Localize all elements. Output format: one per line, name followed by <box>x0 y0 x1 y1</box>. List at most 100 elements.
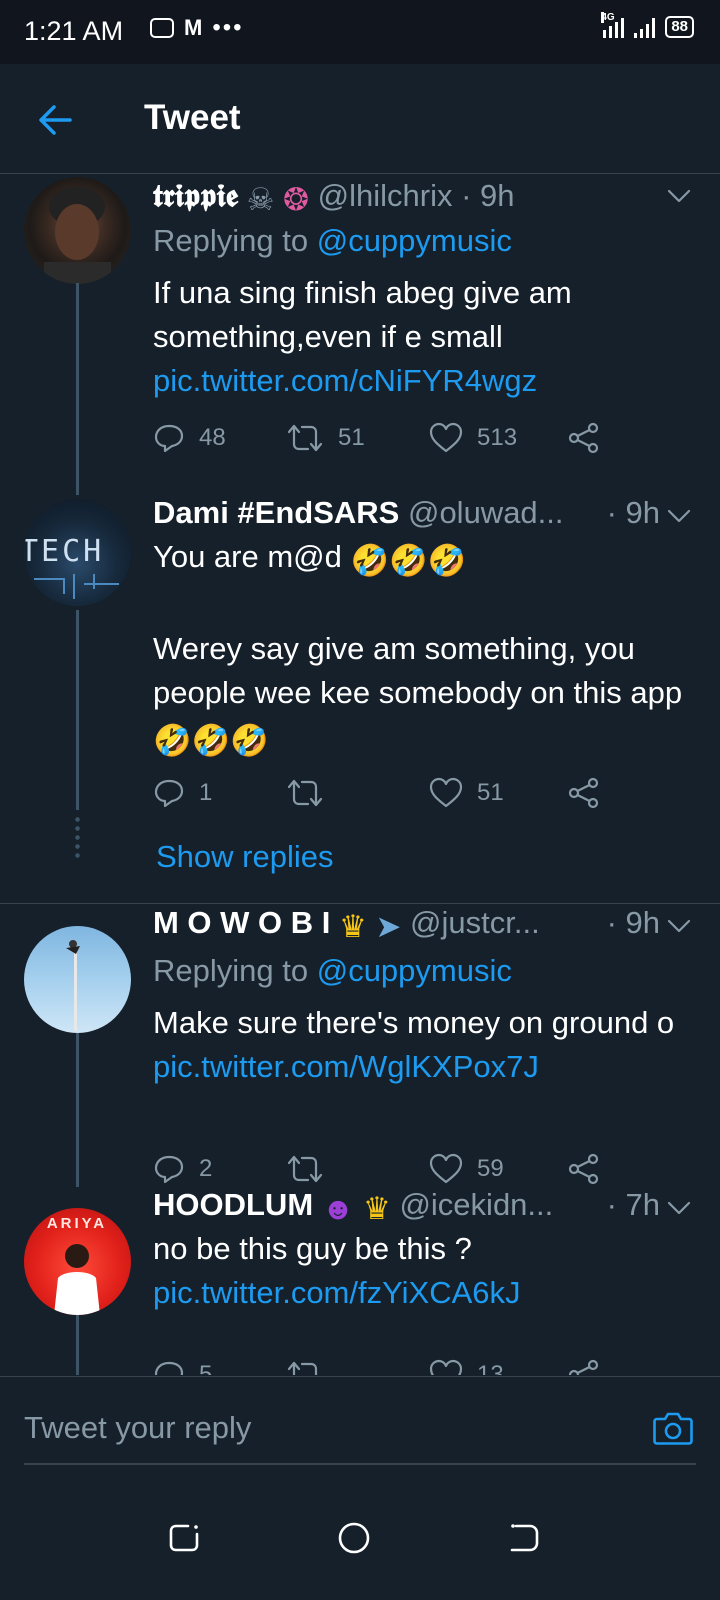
tweet-text: Make sure there's money on ground o pic.… <box>153 1001 684 1089</box>
thread-dots <box>75 815 80 861</box>
author-handle[interactable]: @justcr... <box>410 905 540 940</box>
heart-icon <box>429 1359 463 1375</box>
share-button[interactable] <box>567 1357 601 1375</box>
author-handle[interactable]: @oluwad... <box>408 495 564 530</box>
like-button[interactable]: 59 <box>429 1151 504 1187</box>
tweet-item[interactable]: 𝖙𝖗𝖎𝖕𝖕𝖎𝖊 ☠ ❂ @lhilchrix · 9h Replying to … <box>0 175 720 495</box>
retweet-icon <box>287 1361 318 1375</box>
media-link[interactable]: pic.twitter.com/cNiFYR4wgz <box>153 363 537 398</box>
author-name[interactable]: 𝖙𝖗𝖎𝖕𝖕𝖎𝖊 <box>153 178 238 213</box>
signal-4g-icon: 4G <box>601 12 625 38</box>
battery-icon: 88 <box>665 16 694 38</box>
crown-emoji: ♛ <box>363 1191 391 1226</box>
share-icon <box>568 777 599 809</box>
chevron-down-icon[interactable] <box>666 913 692 939</box>
thread-line <box>76 1033 79 1187</box>
thread-line <box>76 610 79 810</box>
back-nav-icon[interactable] <box>506 1520 542 1556</box>
tweet-body: no be this guy be this ? <box>153 1231 472 1266</box>
like-count: 13 <box>477 1361 504 1375</box>
tweet-time: 9h <box>625 905 660 940</box>
like-button[interactable]: 513 <box>429 420 517 456</box>
reply-button[interactable]: 5 <box>153 1357 212 1375</box>
reply-icon <box>154 779 184 808</box>
like-button[interactable]: 13 <box>429 1357 504 1375</box>
reply-button[interactable]: 1 <box>153 775 212 811</box>
like-button[interactable]: 51 <box>429 775 504 811</box>
arrow-left-icon[interactable] <box>36 100 76 140</box>
skull-crossbones-emoji: ☠ <box>246 182 275 217</box>
tweet-time: 9h <box>480 178 515 213</box>
replies-feed[interactable]: 𝖙𝖗𝖎𝖕𝖕𝖎𝖊 ☠ ❂ @lhilchrix · 9h Replying to … <box>0 175 720 1375</box>
avatar[interactable] <box>24 926 131 1033</box>
avatar[interactable]: TECH <box>24 499 131 606</box>
author-handle[interactable]: @icekidn... <box>399 1187 553 1222</box>
rofl-emoji: 🤣🤣🤣 <box>350 543 467 578</box>
tweet-body-line-2: Werey say give am something, you people … <box>153 631 683 710</box>
tweet-item[interactable]: M O W O B I ♛ ➤ @justcr... · 9h Replying… <box>0 905 720 1187</box>
author-name[interactable]: HOODLUM <box>153 1187 313 1222</box>
smiling-devil-emoji: ☻ <box>321 1191 355 1226</box>
reply-button[interactable]: 2 <box>153 1151 212 1187</box>
reply-count: 1 <box>199 779 213 806</box>
chevron-down-icon[interactable] <box>666 183 692 209</box>
share-icon <box>568 422 599 454</box>
retweet-icon <box>287 1155 323 1183</box>
signal-icon <box>634 16 656 38</box>
tweet-body-line-1: You are m@d <box>153 539 342 574</box>
mention-link[interactable]: @cuppymusic <box>317 953 512 988</box>
input-underline <box>24 1463 696 1465</box>
system-icons: 4G 88 <box>601 12 694 38</box>
heart-icon <box>429 422 463 453</box>
replying-prefix: Replying to <box>153 223 309 258</box>
tweet-header: HOODLUM ☻ ♛ @icekidn... · 7h <box>153 1187 660 1227</box>
shark-emoji: ➤ <box>375 909 402 944</box>
divider <box>0 903 720 904</box>
author-name[interactable]: M O W O B I <box>153 905 330 940</box>
separator: · <box>606 495 617 530</box>
retweet-button[interactable]: 51 <box>286 420 365 456</box>
replying-prefix: Replying to <box>153 953 309 988</box>
svg-text:TECH: TECH <box>24 534 104 569</box>
retweet-button[interactable] <box>286 775 338 811</box>
show-replies-link[interactable]: Show replies <box>156 839 333 875</box>
camera-icon[interactable] <box>652 1407 694 1449</box>
recents-icon[interactable] <box>166 1520 202 1556</box>
reply-icon <box>154 1361 184 1375</box>
retweet-button[interactable] <box>286 1357 338 1375</box>
tweet-item[interactable]: ARIYA HOODLUM ☻ ♛ @icekidn... · 7h no be… <box>0 1187 720 1375</box>
separator: · <box>461 178 472 213</box>
mention-link[interactable]: @cuppymusic <box>317 223 512 258</box>
media-link[interactable]: pic.twitter.com/fzYiXCA6kJ <box>153 1275 521 1310</box>
status-bar: 1:21 AM M ••• 4G 88 <box>0 0 720 64</box>
tweet-actions: 1 51 <box>153 775 623 815</box>
author-handle[interactable]: @lhilchrix <box>318 178 453 213</box>
chevron-down-icon[interactable] <box>666 1195 692 1221</box>
share-button[interactable] <box>567 775 601 811</box>
avatar[interactable]: ARIYA <box>24 1208 131 1315</box>
tweet-header: M O W O B I ♛ ➤ @justcr... · 9h <box>153 905 660 945</box>
share-button[interactable] <box>567 1151 601 1187</box>
tweet-text: If una sing finish abeg give am somethin… <box>153 271 684 403</box>
tweet-time: 9h <box>625 495 660 530</box>
thread-line <box>76 283 79 495</box>
reply-icon <box>154 424 184 453</box>
home-icon[interactable] <box>336 1520 372 1556</box>
reply-composer <box>0 1376 720 1476</box>
reply-button[interactable]: 48 <box>153 420 226 456</box>
media-link[interactable]: pic.twitter.com/WglKXPox7J <box>153 1049 539 1084</box>
share-button[interactable] <box>567 420 601 456</box>
reply-input[interactable] <box>24 1403 614 1453</box>
game-notification-icon <box>150 18 174 38</box>
tweet-item[interactable]: TECH Dami #EndSARS @oluwad... · 9h You a… <box>0 495 720 900</box>
chevron-down-icon[interactable] <box>666 503 692 529</box>
avatar[interactable] <box>24 177 131 284</box>
page-title: Tweet <box>144 98 241 137</box>
replying-to: Replying to @cuppymusic <box>153 223 512 259</box>
reply-count: 5 <box>199 1361 213 1375</box>
tweet-time: 7h <box>625 1187 660 1222</box>
author-name[interactable]: Dami #EndSARS <box>153 495 399 530</box>
tweet-body: Make sure there's money on ground o <box>153 1005 675 1040</box>
share-icon <box>568 1359 599 1375</box>
retweet-button[interactable] <box>286 1151 338 1187</box>
